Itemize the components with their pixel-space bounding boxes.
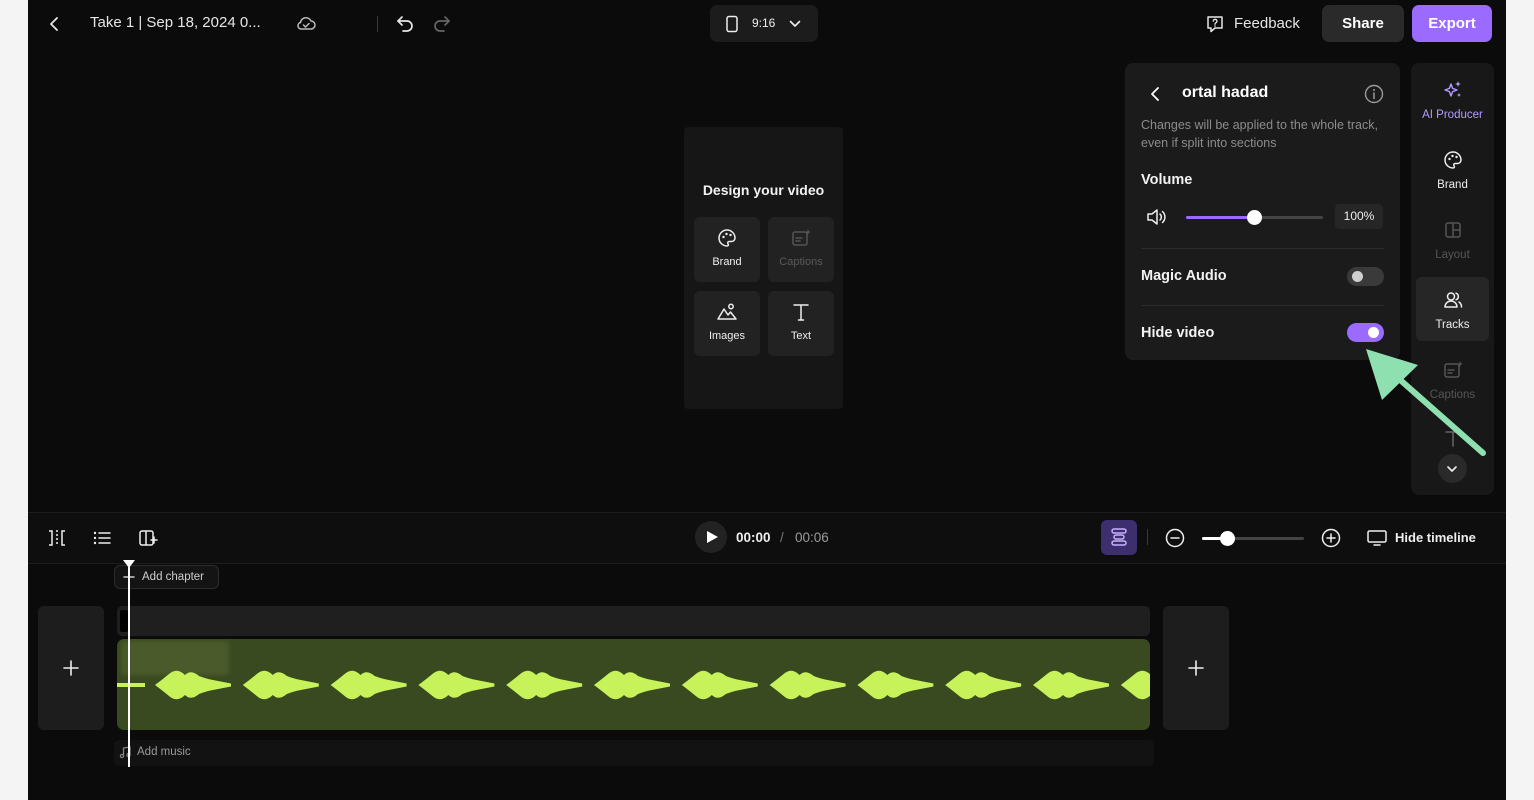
- feedback-icon: [1204, 13, 1226, 35]
- info-icon[interactable]: [1363, 83, 1385, 105]
- phone-icon: [724, 15, 740, 33]
- back-icon[interactable]: [46, 14, 64, 34]
- play-button[interactable]: [695, 521, 727, 553]
- feedback-label: Feedback: [1234, 15, 1300, 32]
- zoom-in-icon[interactable]: [1320, 527, 1342, 549]
- annotation-arrow-icon: [1358, 345, 1488, 460]
- rail-item-label: Brand: [1437, 179, 1468, 191]
- design-tile-label: Captions: [779, 256, 823, 268]
- chapters-list-icon[interactable]: [91, 527, 113, 549]
- add-clip-before-button[interactable]: [38, 606, 104, 730]
- playhead-handle[interactable]: [122, 559, 136, 569]
- video-track[interactable]: [117, 606, 1150, 636]
- rail-item-brand[interactable]: Brand: [1416, 137, 1489, 201]
- zoom-out-icon[interactable]: [1164, 527, 1186, 549]
- play-icon: [706, 530, 719, 544]
- hide-video-label: Hide video: [1141, 325, 1215, 341]
- rail-item-layout: Layout: [1416, 207, 1489, 271]
- palette-icon: [716, 227, 738, 249]
- design-video-panel: Design your video Brand Captions Images …: [684, 127, 843, 409]
- total-time: 00:06: [795, 530, 829, 545]
- add-chapter-label: Add chapter: [142, 571, 205, 583]
- waveform: [117, 670, 1150, 700]
- layout-icon: [1442, 219, 1464, 241]
- video-thumbnail: [120, 610, 128, 632]
- volume-value[interactable]: 100%: [1335, 204, 1383, 229]
- rail-item-label: AI Producer: [1422, 109, 1483, 121]
- volume-icon[interactable]: [1145, 207, 1169, 227]
- toggle-knob: [1368, 327, 1379, 338]
- rail-item-label: Layout: [1435, 249, 1470, 261]
- add-clip-after-button[interactable]: [1163, 606, 1229, 730]
- chevron-left-icon[interactable]: [1147, 84, 1165, 104]
- export-button[interactable]: Export: [1412, 5, 1492, 42]
- chevron-down-icon: [1445, 462, 1459, 476]
- track-name: ortal hadad: [1182, 84, 1269, 101]
- chevron-down-icon: [788, 17, 802, 31]
- design-tile-captions: Captions: [768, 217, 834, 282]
- add-music-label: Add music: [137, 746, 191, 758]
- time-separator: /: [780, 530, 784, 545]
- design-tile-brand[interactable]: Brand: [694, 217, 760, 282]
- design-tile-text[interactable]: Text: [768, 291, 834, 356]
- audio-clip[interactable]: [117, 639, 1150, 730]
- plus-icon: [63, 660, 79, 676]
- images-icon: [716, 301, 738, 323]
- tracks-icon: [1442, 289, 1464, 311]
- divider: [1141, 248, 1384, 249]
- sparkle-icon: [1442, 79, 1464, 101]
- undo-icon[interactable]: [394, 12, 416, 34]
- design-tile-images[interactable]: Images: [694, 291, 760, 356]
- rail-item-label: Tracks: [1435, 319, 1470, 331]
- design-tile-label: Text: [790, 330, 812, 342]
- zoom-slider-handle[interactable]: [1220, 531, 1235, 546]
- toolbar-divider: [377, 16, 378, 32]
- hide-timeline-label: Hide timeline: [1395, 530, 1476, 545]
- hide-video-toggle[interactable]: [1347, 323, 1384, 342]
- add-music-track[interactable]: Add music: [114, 740, 1154, 766]
- track-settings-panel: ortal hadad Changes will be applied to t…: [1125, 63, 1400, 360]
- captions-icon: [790, 227, 812, 249]
- add-layout-icon[interactable]: [137, 527, 159, 549]
- text-icon: [790, 301, 812, 323]
- redo-icon[interactable]: [431, 12, 453, 34]
- top-bar: Take 1 | Sep 18, 2024 0... 9:16 Feedback: [28, 0, 1506, 48]
- toggle-knob: [1352, 271, 1363, 282]
- rail-item-ai-producer[interactable]: AI Producer: [1416, 67, 1489, 131]
- volume-slider-handle[interactable]: [1247, 210, 1262, 225]
- volume-label: Volume: [1141, 172, 1193, 188]
- zoom-slider[interactable]: [1202, 531, 1304, 546]
- rail-item-tracks[interactable]: Tracks: [1416, 277, 1489, 341]
- design-tile-label: Brand: [712, 256, 742, 268]
- editor-window: Take 1 | Sep 18, 2024 0... 9:16 Feedback: [28, 0, 1506, 800]
- volume-slider[interactable]: [1186, 210, 1323, 225]
- project-title[interactable]: Take 1 | Sep 18, 2024 0...: [90, 14, 261, 31]
- volume-slider-fill: [1186, 216, 1255, 219]
- magic-audio-label: Magic Audio: [1141, 268, 1227, 284]
- split-icon[interactable]: [46, 527, 68, 549]
- share-button[interactable]: Share: [1322, 5, 1404, 42]
- design-tile-label: Images: [708, 330, 746, 342]
- cloud-sync-icon: [295, 13, 317, 35]
- plus-icon: [1188, 660, 1204, 676]
- fit-timeline-button[interactable]: [1101, 520, 1137, 555]
- music-note-icon: [119, 746, 132, 759]
- design-panel-title: Design your video: [702, 182, 825, 198]
- current-time: 00:00: [736, 530, 771, 545]
- divider: [1141, 305, 1384, 306]
- track-note: Changes will be applied to the whole tra…: [1141, 118, 1378, 150]
- toolbar-divider: [1147, 529, 1148, 545]
- aspect-ratio-dropdown[interactable]: 9:16: [710, 5, 818, 42]
- magic-audio-toggle[interactable]: [1347, 267, 1384, 286]
- playhead[interactable]: [128, 566, 130, 767]
- align-icon: [1108, 526, 1130, 548]
- monitor-icon: [1366, 528, 1388, 548]
- palette-icon: [1442, 149, 1464, 171]
- aspect-ratio-value: 9:16: [752, 16, 776, 30]
